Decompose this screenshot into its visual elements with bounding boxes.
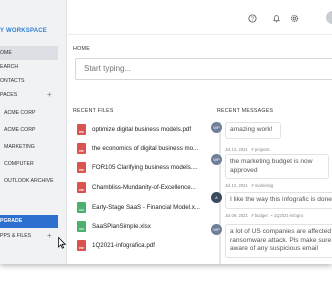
pdf-file-icon: PDF (77, 143, 86, 154)
pdf-file-icon: PDF (77, 182, 86, 193)
sidebar: Y WORKSPACE OME EARCH ONTACTS PACES + AC… (0, 0, 67, 264)
app-window: Y WORKSPACE OME EARCH ONTACTS PACES + AC… (0, 0, 332, 264)
space-label: ACME CORP (4, 127, 36, 133)
breadcrumb: HOME (73, 46, 91, 52)
space-item-acme-corp-1[interactable]: ACME CORP (0, 106, 58, 120)
file-name: optimize digital business models.pdf (92, 126, 192, 133)
nav-spaces-label: PACES (0, 92, 18, 98)
file-name: 1Q2021-infografica.pdf (92, 242, 155, 249)
help-icon[interactable]: ? (248, 14, 257, 23)
message-meta: Jul 12, 2021 # projects (225, 147, 270, 152)
avatar: A (211, 192, 222, 203)
file-name: Early-Stage SaaS - Financial Model.x... (92, 204, 200, 211)
message-text: a lot of US companies are affected by a … (225, 224, 332, 258)
space-label: OUTLOOK ARCHIVE (4, 178, 54, 184)
message-text: the marketing budget is now approved (225, 154, 329, 180)
nav-spaces[interactable]: PACES + (0, 88, 58, 102)
message-date: Jul 12, 2021 (225, 183, 248, 188)
channel-icon: # (251, 147, 254, 152)
main-content: ? HOME RECENT FILES PDF optimize digital… (67, 0, 332, 264)
space-item-outlook-archive[interactable]: OUTLOOK ARCHIVE (0, 174, 58, 188)
nav-contacts[interactable]: ONTACTS (0, 74, 58, 88)
avatar: WP (211, 224, 222, 235)
recent-files-heading: RECENT FILES (73, 108, 114, 114)
space-item-acme-corp-2[interactable]: ACME CORP (0, 123, 58, 137)
file-item[interactable]: PDF Chambliss-Mundanity-of-Excellence... (77, 182, 205, 196)
nav-contacts-label: ONTACTS (0, 78, 25, 84)
nav-home[interactable]: OME (0, 46, 58, 60)
file-item[interactable]: XLS SaaSPlanSimple.xlsx (77, 221, 205, 235)
header-divider (67, 34, 332, 35)
space-label: ACME CORP (4, 110, 36, 116)
message-channel: budget (254, 213, 268, 218)
nav-search[interactable]: EARCH (0, 60, 58, 74)
file-item[interactable]: PDF FOR105 Clarifying business models...… (77, 162, 205, 176)
file-name: SaaSPlanSimple.xlsx (92, 223, 151, 230)
nav-apps-files[interactable]: PPS & FILES + (0, 229, 58, 243)
message-channel: marketing (254, 183, 274, 188)
spreadsheet-file-icon: XLS (77, 221, 86, 232)
file-name: FOR105 Clarifying business models.... (92, 164, 198, 171)
file-item[interactable]: PDF optimize digital business models.pdf (77, 124, 205, 138)
notifications-icon[interactable] (272, 14, 281, 23)
message-meta: Jul 12, 2021 # marketing (225, 183, 273, 188)
spreadsheet-file-icon: XLS (77, 202, 86, 213)
pdf-file-icon: PDF (77, 124, 86, 135)
channel-icon: # (251, 183, 254, 188)
file-name: Chambliss-Mundanity-of-Excellence... (92, 184, 196, 191)
message-text: amazing work! (225, 122, 281, 139)
add-app-icon[interactable]: + (47, 229, 52, 243)
messages-list: WP amazing work! Jul 12, 2021 # projects… (211, 118, 332, 264)
file-item[interactable]: XLS Early-Stage SaaS - Financial Model.x… (77, 202, 205, 216)
recent-messages-heading: RECENT MESSAGES (217, 108, 274, 114)
space-label: MARKETING (4, 144, 35, 150)
message-text: I like the way this infografic is done (225, 192, 332, 209)
message-date: Jul 09, 2021 (225, 213, 248, 218)
message-date: Jul 12, 2021 (225, 147, 248, 152)
pdf-file-icon: PDF (77, 162, 86, 173)
space-item-computer[interactable]: COMPUTER (0, 157, 58, 171)
upgrade-button[interactable]: PGRADE (0, 215, 58, 228)
settings-icon[interactable] (290, 14, 299, 23)
nav-search-label: EARCH (0, 64, 19, 70)
svg-text:?: ? (251, 16, 254, 22)
space-label: COMPUTER (4, 161, 34, 167)
attachment-icon: ▪ (271, 213, 273, 218)
space-item-marketing[interactable]: MARKETING (0, 140, 58, 154)
avatar: WP (211, 122, 222, 133)
search-input[interactable] (75, 58, 332, 80)
apps-files-label: PPS & FILES (0, 233, 32, 239)
file-item[interactable]: PDF 1Q2021-infografica.pdf (77, 240, 205, 254)
message-channel: projects (254, 147, 270, 152)
file-item[interactable]: PDF the economics of digital business mo… (77, 143, 205, 157)
workspace-title[interactable]: Y WORKSPACE (0, 28, 47, 34)
upgrade-label: PGRADE (0, 218, 23, 224)
avatar: WP (211, 154, 222, 165)
add-space-icon[interactable]: + (47, 88, 52, 102)
message-meta: Jul 09, 2021 # budget ▪ 1Q2021-infogra (225, 213, 303, 218)
nav-home-label: OME (0, 50, 12, 56)
attachment-name[interactable]: 1Q2021-infogra (274, 213, 303, 218)
user-avatar[interactable] (326, 11, 332, 24)
mouse-cursor-icon (58, 236, 67, 249)
channel-icon: # (251, 213, 254, 218)
pdf-file-icon: PDF (77, 240, 86, 251)
file-name: the economics of digital business mo... (92, 145, 199, 152)
